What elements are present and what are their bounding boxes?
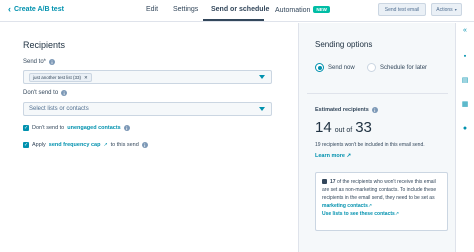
send-to-label: Send to* bbox=[23, 59, 47, 65]
schedule-later-radio[interactable] bbox=[367, 63, 376, 72]
send-to-label-row: Send to* i bbox=[23, 59, 56, 65]
tab-send-or-schedule[interactable]: Send or schedule bbox=[211, 6, 269, 13]
selected-list-chip: just another test list (33) ✕ bbox=[29, 73, 92, 82]
recipients-panel: Recipients Send to* i just another test … bbox=[0, 23, 298, 252]
dont-send-placeholder: Select lists or contacts bbox=[29, 106, 89, 112]
external-link-icon: ↗ bbox=[103, 142, 108, 148]
frequency-cap-option: ✓ Apply send frequency cap ↗ to this sen… bbox=[23, 142, 148, 148]
use-lists-link[interactable]: Use lists to see these contacts bbox=[322, 211, 395, 217]
info-icon[interactable]: i bbox=[49, 59, 56, 65]
excluded-note: 19 recipients won't be included in this … bbox=[315, 142, 425, 148]
active-tab-indicator bbox=[203, 19, 264, 21]
marketing-contacts-link[interactable]: marketing contacts bbox=[322, 203, 368, 209]
recipient-count-value: 14 bbox=[315, 119, 332, 136]
document-icon[interactable]: ▤ bbox=[461, 77, 469, 85]
comment-icon[interactable]: ▪ bbox=[461, 53, 469, 61]
divider bbox=[307, 93, 448, 94]
back-link-label: Create A/B test bbox=[14, 5, 64, 13]
info-icon[interactable]: i bbox=[141, 142, 148, 148]
dont-send-label-row: Don't send to i bbox=[23, 90, 68, 96]
unengaged-option: ✓ Don't send to unengaged contacts i bbox=[23, 125, 130, 131]
new-badge: NEW bbox=[313, 6, 330, 13]
back-arrow-icon: ‹ bbox=[8, 4, 11, 14]
top-bar: ‹ Create A/B test Edit Settings Send or … bbox=[0, 0, 474, 22]
info-icon[interactable]: i bbox=[371, 107, 378, 113]
recipient-count: 14 out of 33 bbox=[315, 119, 372, 136]
external-link-icon: ↗ bbox=[394, 211, 400, 217]
sending-options-panel: Sending options Send now Schedule for la… bbox=[298, 23, 455, 252]
out-of-label: out of bbox=[334, 127, 353, 134]
back-link[interactable]: ‹ Create A/B test bbox=[8, 4, 64, 14]
send-now-option[interactable]: Send now bbox=[315, 63, 355, 72]
dropdown-caret-icon bbox=[259, 75, 265, 79]
contact-icon bbox=[322, 179, 327, 184]
callout-text: of the recipients who won't receive this… bbox=[322, 179, 437, 201]
unengaged-prefix: Don't send to bbox=[32, 125, 65, 131]
actions-label: Actions bbox=[436, 6, 453, 13]
info-icon[interactable]: i bbox=[123, 125, 130, 131]
tab-edit[interactable]: Edit bbox=[146, 6, 158, 13]
schedule-later-label: Schedule for later bbox=[380, 64, 428, 71]
unengaged-contacts-link[interactable]: unengaged contacts bbox=[67, 125, 120, 131]
learn-more-link[interactable]: Learn more ↗ bbox=[315, 153, 351, 159]
freq-suffix: to this send bbox=[110, 142, 139, 148]
send-frequency-cap-link[interactable]: send frequency cap bbox=[49, 142, 101, 148]
recipients-heading: Recipients bbox=[23, 40, 66, 50]
tab-settings[interactable]: Settings bbox=[173, 6, 198, 13]
send-now-label: Send now bbox=[328, 64, 355, 71]
info-icon[interactable]: i bbox=[61, 90, 68, 96]
send-test-email-button[interactable]: Send test email bbox=[378, 3, 426, 16]
estimated-recipients-title: Estimated recipients bbox=[315, 107, 369, 113]
dropdown-caret-icon bbox=[259, 107, 265, 111]
remove-chip-icon[interactable]: ✕ bbox=[84, 75, 88, 81]
dont-send-label: Don't send to bbox=[23, 90, 59, 96]
collapse-chevron-icon[interactable]: « bbox=[461, 27, 469, 35]
callout-count: 17 bbox=[330, 179, 336, 185]
right-icon-rail: « ▪ ▤ ▦ ● bbox=[455, 23, 474, 252]
freq-prefix: Apply bbox=[32, 142, 46, 148]
send-now-radio[interactable] bbox=[315, 63, 324, 72]
caret-down-icon: ▾ bbox=[454, 7, 457, 12]
dont-send-select[interactable]: Select lists or contacts bbox=[23, 102, 272, 116]
tab-automation[interactable]: Automation NEW bbox=[275, 6, 330, 14]
estimated-recipients-title-row: Estimated recipients i bbox=[315, 107, 378, 113]
non-marketing-callout: 17 of the recipients who won't receive t… bbox=[315, 172, 448, 231]
chip-label: just another test list (33) bbox=[33, 75, 82, 80]
tab-automation-label: Automation bbox=[275, 7, 311, 14]
check-circle-icon[interactable]: ● bbox=[461, 125, 469, 133]
unengaged-checkbox[interactable]: ✓ bbox=[23, 125, 29, 131]
external-link-icon: ↗ bbox=[346, 153, 352, 159]
send-to-select[interactable]: just another test list (33) ✕ bbox=[23, 70, 272, 84]
recipient-total-value: 33 bbox=[355, 119, 372, 136]
sending-options-title: Sending options bbox=[315, 40, 373, 49]
external-link-icon: ↗ bbox=[367, 203, 373, 209]
learn-more-label: Learn more bbox=[315, 153, 345, 159]
frequency-cap-checkbox[interactable]: ✓ bbox=[23, 142, 29, 148]
actions-button[interactable]: Actions ▾ bbox=[431, 3, 462, 16]
calendar-icon[interactable]: ▦ bbox=[461, 101, 469, 109]
schedule-later-option[interactable]: Schedule for later bbox=[367, 63, 427, 72]
